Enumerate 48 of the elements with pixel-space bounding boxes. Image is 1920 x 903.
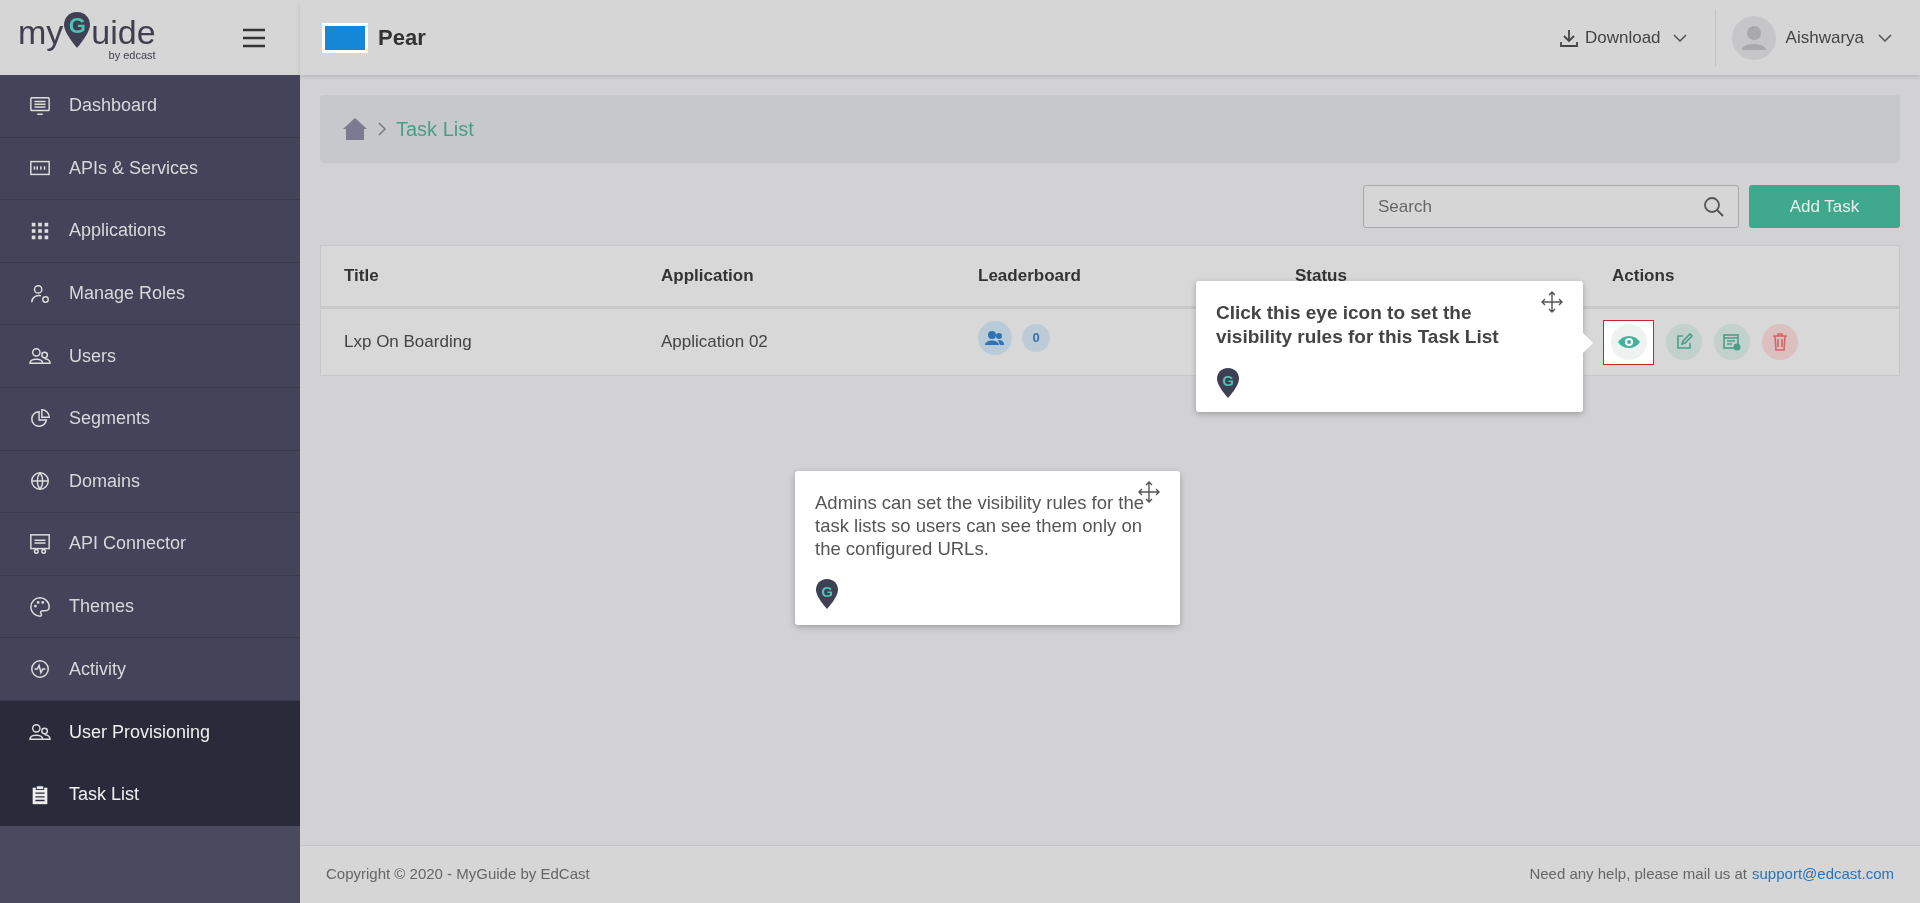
grid-icon: [29, 220, 51, 242]
sidebar-item[interactable]: User Provisioning: [0, 700, 300, 764]
count-badge: 0: [1022, 324, 1050, 352]
user-gear-icon: [29, 282, 51, 305]
chevron-right-icon: [378, 122, 386, 136]
table-cell-text: Lxp On Boarding: [344, 331, 472, 354]
chevron-down-icon: [1672, 33, 1687, 42]
table-cell-text: Application 02: [661, 331, 768, 354]
users-icon[interactable]: [978, 321, 1012, 355]
guide-pin-logo: G: [815, 578, 839, 610]
move-icon[interactable]: [1541, 291, 1563, 313]
api-connector-icon: [29, 532, 51, 555]
column-header: Status: [1295, 265, 1347, 288]
home-icon[interactable]: [342, 117, 368, 141]
edit-icon: [1675, 333, 1693, 351]
column-header: Application: [661, 265, 754, 288]
guide-pin-logo: G: [1216, 367, 1240, 399]
eye-icon: [1610, 324, 1647, 360]
help-text: Need any help, please mail us at: [1529, 864, 1748, 885]
pie-chart-icon: [29, 407, 51, 430]
column-header: Title: [344, 265, 379, 288]
monitor-icon: [29, 94, 51, 117]
pulse-icon: [29, 658, 51, 681]
avatar-icon: [1731, 15, 1776, 60]
delete-button[interactable]: [1762, 324, 1798, 360]
edit-button[interactable]: [1666, 324, 1702, 360]
org-name: Pear: [378, 24, 426, 52]
copyright-text: Copyright © 2020 - MyGuide by EdCast: [326, 864, 590, 885]
document-gear-icon: [1722, 332, 1742, 352]
search-icon: [1703, 196, 1725, 218]
palette-icon: [29, 595, 51, 618]
download-icon: [1558, 27, 1579, 48]
download-button[interactable]: Download: [1558, 24, 1687, 51]
globe-icon: [29, 470, 51, 493]
support-email-link[interactable]: support@edcast.com: [1752, 863, 1894, 886]
eye-button[interactable]: [1603, 319, 1654, 365]
menu-icon[interactable]: [242, 27, 266, 48]
settings-button[interactable]: [1714, 324, 1750, 360]
tooltip-text: Admins can set the visibility rules for the task lists so users can see them only on the configured URLs.: [815, 491, 1146, 560]
search-field[interactable]: Search: [1363, 185, 1739, 228]
org-logo: [322, 22, 368, 53]
column-header: Actions: [1612, 265, 1675, 288]
user-menu[interactable]: Aishwarya: [1731, 15, 1892, 60]
trash-icon: [1771, 332, 1789, 352]
tooltip-text: Click this eye icon to set the visibility rules for this Task List: [1216, 301, 1500, 349]
column-header: Leaderboard: [978, 265, 1081, 288]
chevron-down-icon: [1878, 33, 1892, 42]
sidebar-item[interactable]: Task List: [0, 763, 300, 827]
